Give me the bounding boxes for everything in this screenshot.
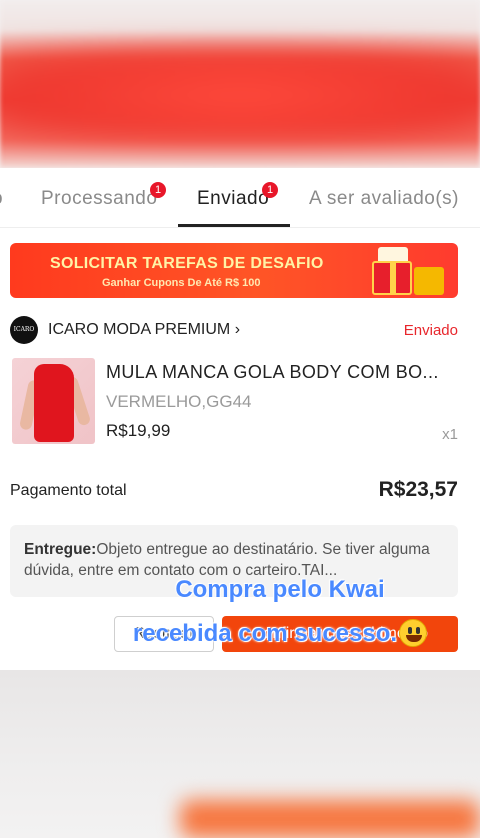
shop-logo: ICARO — [10, 316, 38, 344]
tab-enviado[interactable]: Enviado — [197, 188, 269, 210]
video-caption-overlay: Compra pelo Kwai recebida com sucesso. — [130, 568, 430, 656]
product-variant: VERMELHO,GG44 — [106, 392, 252, 411]
blurred-header-background — [0, 0, 480, 168]
grinning-face-emoji-icon — [399, 619, 428, 647]
total-label: Pagamento total — [10, 482, 127, 499]
shop-header[interactable]: ICARO ICARO MODA PREMIUM › Enviado — [10, 316, 458, 346]
blurred-footer-background — [0, 670, 480, 838]
tab-a-ser-avaliado[interactable]: A ser avaliado(s) — [309, 188, 459, 210]
delivery-label: Entregue: — [24, 541, 97, 558]
active-tab-indicator — [178, 224, 290, 227]
shop-name[interactable]: ICARO MODA PREMIUM › — [48, 321, 240, 339]
tab-previous-partial[interactable]: o — [0, 188, 3, 210]
gift-ribbon-icon — [390, 261, 396, 295]
banner-title: SOLICITAR TAREFAS DE DESAFIO — [50, 255, 324, 272]
chevron-right-icon: › — [234, 321, 241, 338]
total-payment-row: Pagamento total R$23,57 — [10, 476, 458, 506]
gift-box-small-icon — [414, 267, 444, 295]
challenge-banner[interactable]: SOLICITAR TAREFAS DE DESAFIO Ganhar Cupo… — [10, 243, 458, 298]
tab-enviado-badge: 1 — [262, 182, 278, 198]
product-image[interactable] — [12, 358, 95, 444]
tab-processando-badge: 1 — [150, 182, 166, 198]
product-price: R$19,99 — [106, 421, 171, 440]
banner-subtitle: Ganhar Cupons De Até R$ 100 — [102, 277, 261, 289]
product-title[interactable]: MULA MANCA GOLA BODY COM BO... — [106, 362, 458, 383]
total-value: R$23,57 — [378, 478, 458, 501]
order-tabs: o Processando 1 Enviado 1 A ser avaliado… — [0, 168, 480, 228]
product-quantity: x1 — [442, 426, 458, 443]
tab-processando[interactable]: Processando — [41, 188, 157, 210]
order-status: Enviado — [403, 322, 458, 339]
